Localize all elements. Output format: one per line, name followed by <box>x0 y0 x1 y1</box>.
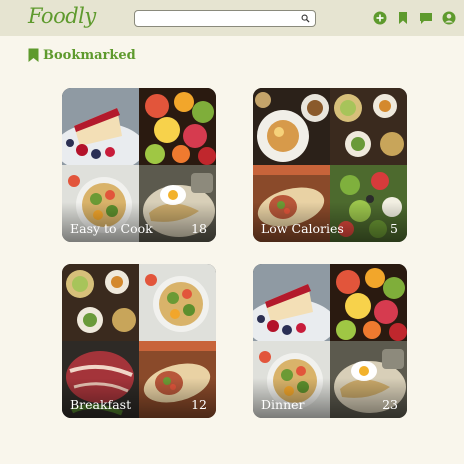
collection-count: 18 <box>191 221 207 236</box>
collection-name: Low Calories <box>261 221 344 236</box>
food-thumbnail <box>139 88 216 165</box>
collection-count: 5 <box>390 221 398 236</box>
collection-name: Breakfast <box>70 397 132 412</box>
food-thumbnail <box>253 264 330 341</box>
top-bar: Foodly <box>0 0 464 36</box>
food-thumbnail <box>330 88 407 165</box>
add-circle-icon[interactable] <box>373 11 387 25</box>
food-thumbnail <box>62 88 139 165</box>
collection-card-easy-to-cook[interactable]: Easy to Cook 18 <box>62 88 216 242</box>
bookmark-icon[interactable] <box>396 11 410 25</box>
collection-count: 12 <box>191 397 207 412</box>
search-icon[interactable] <box>301 14 310 23</box>
search-input[interactable] <box>139 16 299 32</box>
collection-count: 23 <box>382 397 398 412</box>
collection-name: Easy to Cook <box>70 221 153 236</box>
chat-icon[interactable] <box>419 11 433 25</box>
food-thumbnail <box>139 264 216 341</box>
collection-card-low-calories[interactable]: Low Calories 5 <box>253 88 407 242</box>
page-heading: Bookmarked <box>28 48 136 63</box>
app-logo[interactable]: Foodly <box>28 4 96 28</box>
food-thumbnail <box>330 264 407 341</box>
collection-card-dinner[interactable]: Dinner 23 <box>253 264 407 418</box>
food-thumbnail <box>62 264 139 341</box>
search-bar[interactable] <box>134 10 316 32</box>
food-thumbnail <box>253 88 330 165</box>
bookmark-icon <box>28 48 39 62</box>
collection-name: Dinner <box>261 397 305 412</box>
profile-icon[interactable] <box>442 11 456 25</box>
page-title: Bookmarked <box>43 48 136 63</box>
collection-card-breakfast[interactable]: Breakfast 12 <box>62 264 216 418</box>
